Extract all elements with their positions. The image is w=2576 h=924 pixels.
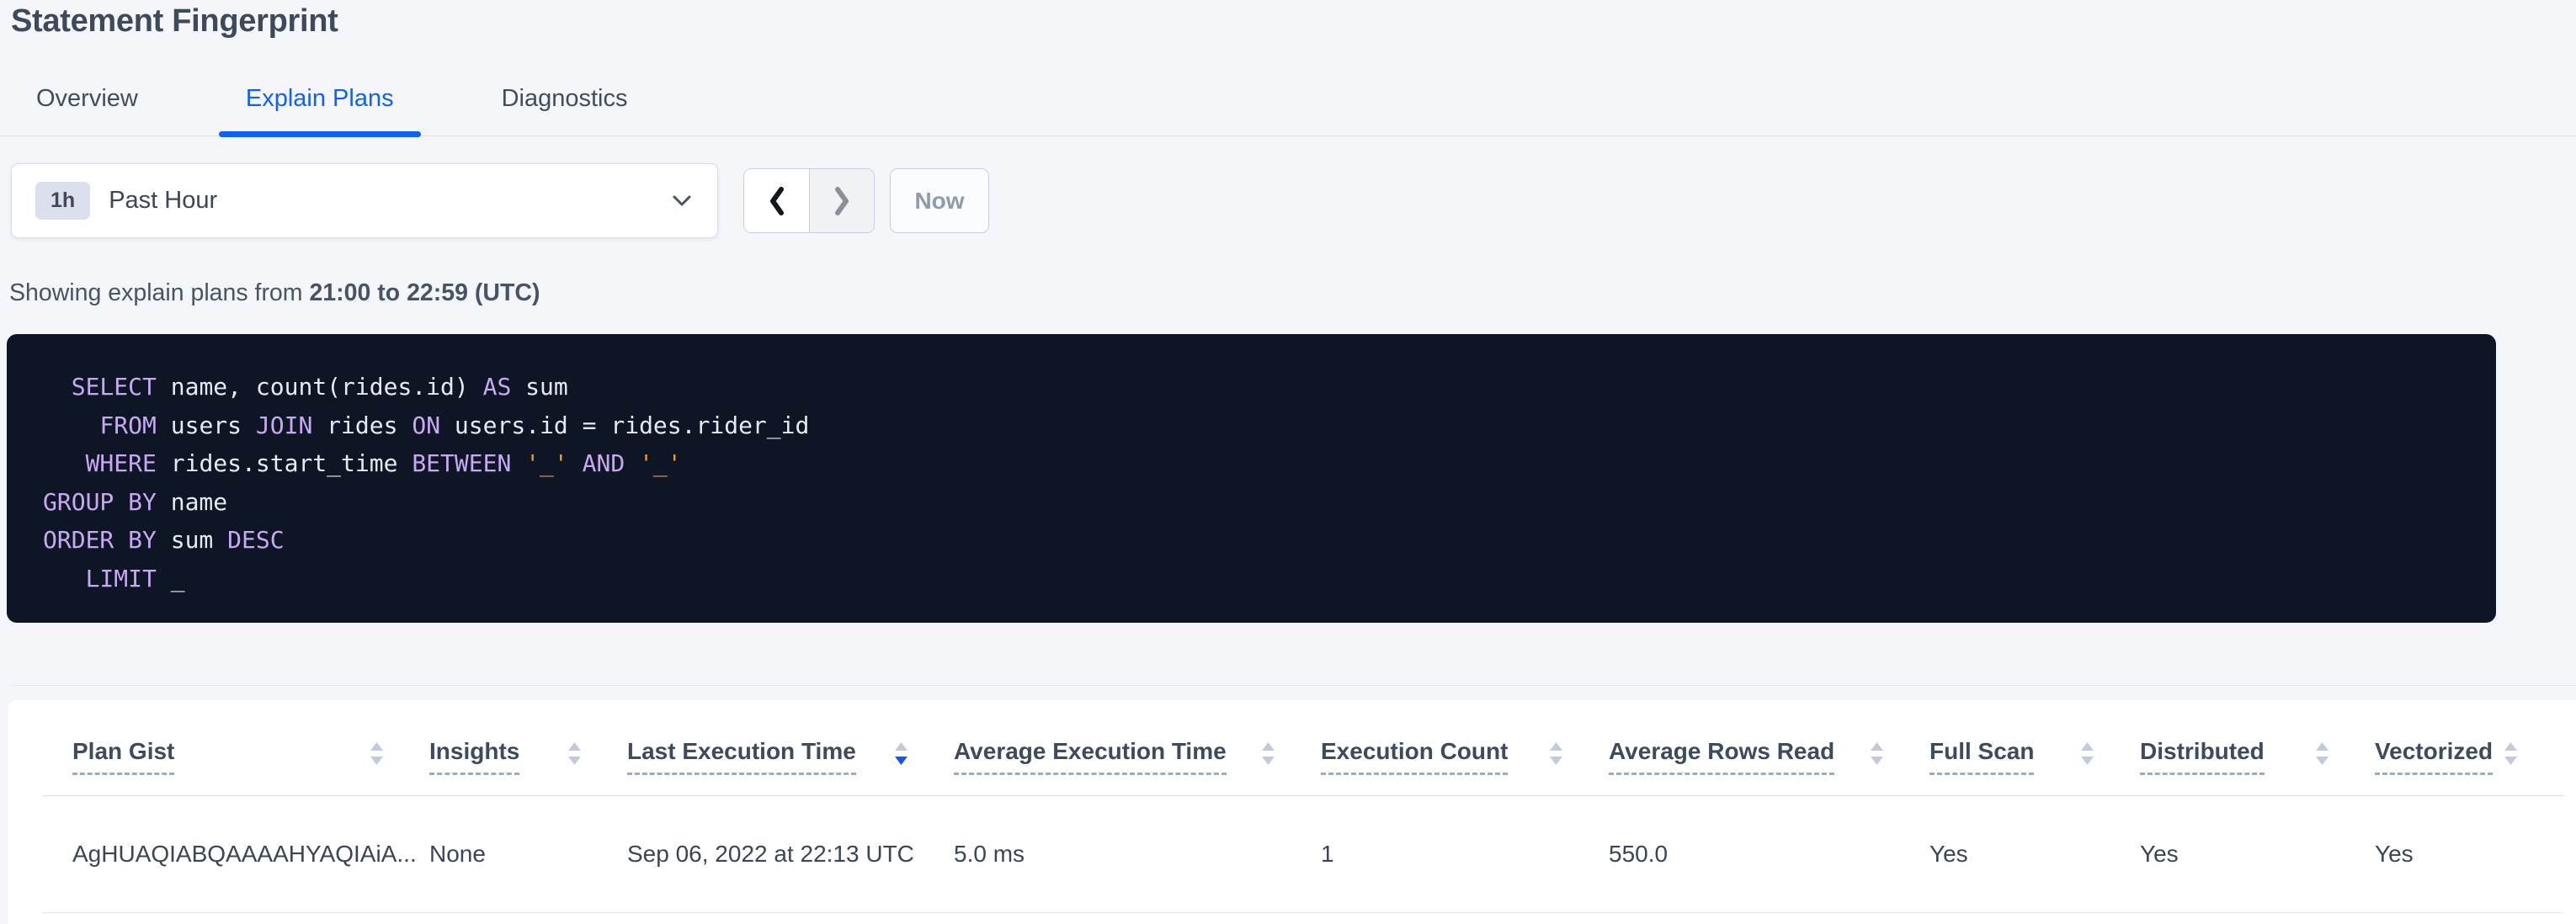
column-header-label[interactable]: Average Execution Time: [954, 738, 1227, 775]
sort-icon[interactable]: [1550, 742, 1562, 765]
column-header-distributed[interactable]: Distributed: [2140, 738, 2375, 795]
sort-icon[interactable]: [2081, 742, 2094, 765]
tab-explain-plans[interactable]: Explain Plans: [219, 74, 421, 136]
column-header-execution-count[interactable]: Execution Count: [1321, 738, 1609, 795]
sort-icon[interactable]: [1262, 742, 1275, 765]
sql-line: FROM users JOIN rides ON users.id = ride…: [43, 406, 2479, 445]
column-header-label[interactable]: Vectorized: [2375, 738, 2493, 775]
chevron-right-icon: [833, 186, 851, 216]
time-range-badge: 1h: [35, 182, 90, 220]
sort-icon[interactable]: [2504, 742, 2517, 765]
column-header-average-execution-time[interactable]: Average Execution Time: [954, 738, 1321, 795]
cell-vectorized: Yes: [2375, 841, 2563, 868]
explain-plans-table-card: Plan Gist Insights Last Execution Time Aver…: [8, 700, 2576, 924]
column-header-last-execution-time[interactable]: Last Execution Time: [627, 738, 954, 795]
tab-overview[interactable]: Overview: [9, 74, 165, 136]
sort-icon[interactable]: [895, 742, 907, 765]
chevron-left-icon: [768, 186, 786, 216]
cell-average-rows-read: 550.0: [1609, 841, 1929, 868]
column-header-average-rows-read[interactable]: Average Rows Read: [1609, 738, 1929, 795]
table-row: AgHUAQIABQAAAAHYAQIAiA...NoneSep 06, 202…: [42, 796, 2563, 913]
time-range-label: Past Hour: [109, 187, 672, 215]
column-header-label[interactable]: Average Rows Read: [1609, 738, 1834, 775]
next-time-window-button[interactable]: [809, 169, 874, 232]
column-header-label[interactable]: Execution Count: [1321, 738, 1508, 775]
column-header-label[interactable]: Insights: [429, 738, 519, 775]
sql-line: WHERE rides.start_time BETWEEN '_' AND '…: [43, 444, 2479, 483]
column-header-label[interactable]: Distributed: [2140, 738, 2265, 775]
cell-distributed: Yes: [2140, 841, 2375, 868]
sql-line: ORDER BY sum DESC: [43, 521, 2479, 560]
column-header-label[interactable]: Plan Gist: [72, 738, 174, 775]
prev-time-window-button[interactable]: [744, 169, 809, 232]
section-divider: [10, 685, 2576, 686]
time-picker-row: 1h Past Hour Now: [11, 163, 989, 238]
sql-line: SELECT name, count(rides.id) AS sum: [43, 368, 2479, 406]
sql-statement-box: SELECT name, count(rides.id) AS sum FROM…: [7, 334, 2496, 623]
explain-plans-table: Plan Gist Insights Last Execution Time Aver…: [42, 700, 2563, 913]
page-title: Statement Fingerprint: [11, 3, 338, 40]
sort-icon[interactable]: [370, 742, 383, 765]
status-line: Showing explain plans from 21:00 to 22:5…: [9, 276, 540, 310]
column-header-insights[interactable]: Insights: [429, 738, 627, 795]
column-header-label[interactable]: Last Execution Time: [627, 738, 856, 775]
table-header-row: Plan Gist Insights Last Execution Time Aver…: [42, 700, 2563, 796]
now-button[interactable]: Now: [890, 168, 989, 233]
cell-execution-count: 1: [1321, 841, 1609, 868]
cell-average-execution-time: 5.0 ms: [954, 841, 1321, 868]
table-body: AgHUAQIABQAAAAHYAQIAiA...NoneSep 06, 202…: [42, 796, 2563, 913]
sort-icon[interactable]: [1871, 742, 1883, 765]
time-range-select[interactable]: 1h Past Hour: [11, 163, 718, 238]
tab-diagnostics[interactable]: Diagnostics: [475, 74, 655, 136]
sql-line: LIMIT _: [43, 560, 2479, 598]
column-header-full-scan[interactable]: Full Scan: [1929, 738, 2140, 795]
status-prefix: Showing explain plans from: [9, 279, 309, 306]
column-header-vectorized[interactable]: Vectorized: [2375, 738, 2563, 795]
cell-plan-gist[interactable]: AgHUAQIABQAAAAHYAQIAiA...: [42, 841, 429, 868]
column-header-label[interactable]: Full Scan: [1929, 738, 2034, 775]
sort-icon[interactable]: [568, 742, 581, 765]
chevron-down-icon: [672, 194, 692, 208]
column-header-plan-gist[interactable]: Plan Gist: [42, 738, 429, 795]
sort-icon[interactable]: [2316, 742, 2329, 765]
cell-last-execution-time: Sep 06, 2022 at 22:13 UTC: [627, 841, 954, 868]
time-window-arrows: [743, 168, 875, 233]
cell-insights: None: [429, 841, 627, 868]
sql-line: GROUP BY name: [43, 483, 2479, 522]
status-time-range: 21:00 to 22:59 (UTC): [309, 279, 540, 306]
tab-bar: Overview Explain Plans Diagnostics: [0, 74, 2576, 136]
cell-full-scan: Yes: [1929, 841, 2140, 868]
